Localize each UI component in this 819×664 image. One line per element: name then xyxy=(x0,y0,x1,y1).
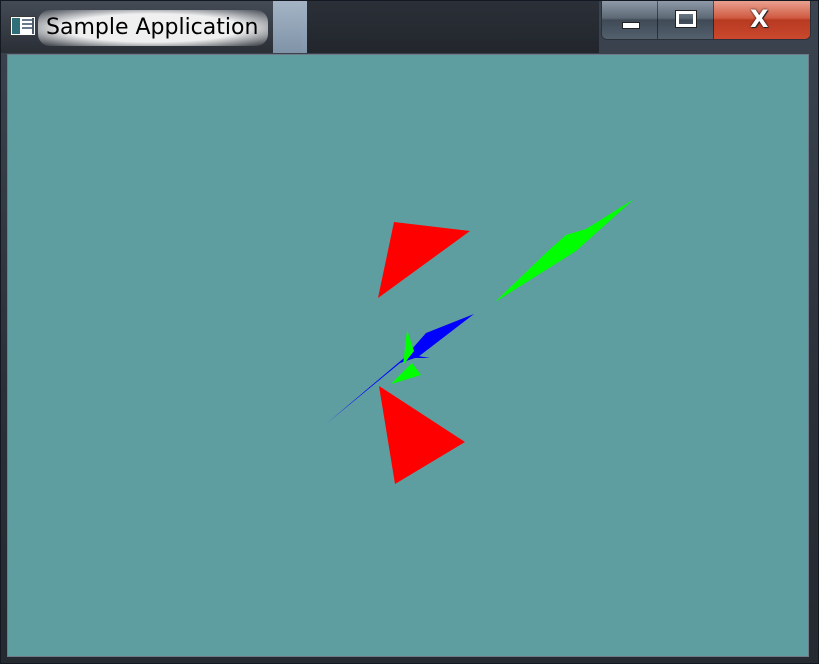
red-triangle-upper xyxy=(378,222,470,298)
green-shard-right xyxy=(495,199,634,302)
blue-sliver xyxy=(412,355,430,358)
app-window-icon xyxy=(10,16,36,36)
minimize-button[interactable] xyxy=(602,1,658,39)
window-title: Sample Application xyxy=(38,10,269,46)
minimize-icon xyxy=(622,22,640,29)
red-triangle-lower xyxy=(379,386,465,484)
maximize-icon xyxy=(675,10,697,28)
scene-canvas xyxy=(326,199,634,484)
caption-buttons: X xyxy=(601,1,811,40)
close-icon: X xyxy=(750,5,769,33)
close-button[interactable]: X xyxy=(714,1,810,39)
title-bar[interactable]: Sample Application X xyxy=(1,1,819,53)
application-window: Sample Application X xyxy=(0,0,819,664)
render-viewport[interactable] xyxy=(7,54,809,657)
maximize-button[interactable] xyxy=(658,1,714,39)
